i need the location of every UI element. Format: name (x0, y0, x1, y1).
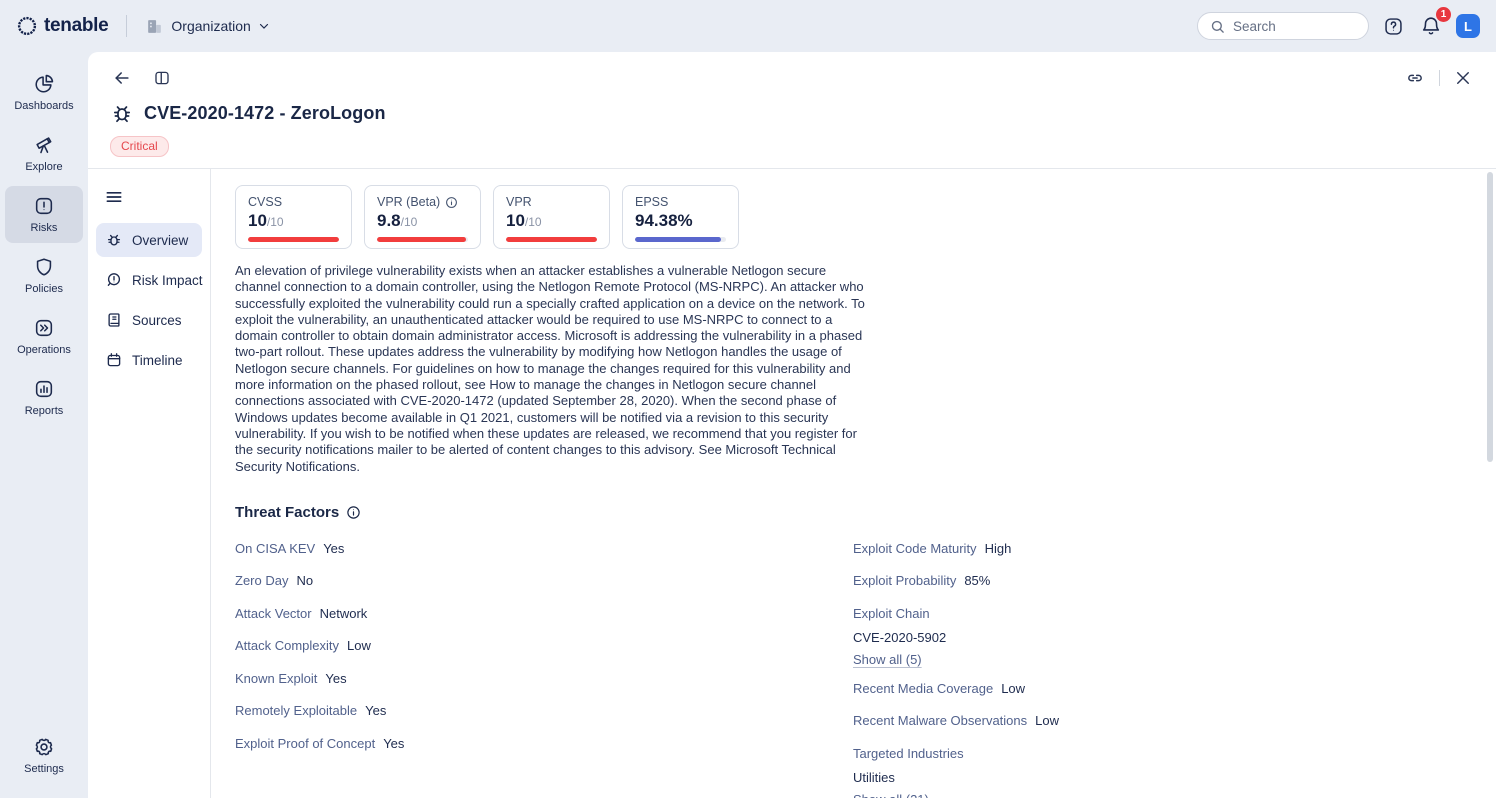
factor-zero-day: Zero DayNo (235, 573, 853, 588)
bug-icon (110, 101, 134, 125)
sidebar-item-explore[interactable]: Explore (5, 125, 83, 182)
vpr-beta-score-bar (377, 237, 466, 242)
tab-sources[interactable]: Sources (96, 303, 202, 337)
factor-targeted-industries: Targeted Industries Utilities Show all (… (853, 746, 1472, 798)
score-cards: CVSS 10 /10 VPR (Beta) 9.8 (235, 185, 1472, 249)
divider (126, 15, 127, 37)
organization-label: Organization (171, 18, 250, 34)
primary-sidebar: Dashboards Explore Risks Policies Operat… (0, 52, 88, 798)
vpr-beta-card: VPR (Beta) 9.8 /10 (364, 185, 481, 249)
toggle-side-panel-button[interactable] (151, 67, 173, 89)
cvss-value: 10 (248, 211, 267, 231)
search-box[interactable] (1197, 12, 1369, 40)
close-icon (1454, 69, 1472, 87)
back-button[interactable] (110, 66, 134, 90)
copy-link-button[interactable] (1403, 66, 1427, 90)
threat-factors-right-column: Exploit Code MaturityHigh Exploit Probab… (853, 541, 1472, 798)
panel-layout-icon (153, 69, 171, 87)
divider (1439, 70, 1440, 86)
brand-name: tenable (44, 15, 108, 37)
factor-exploit-code-maturity: Exploit Code MaturityHigh (853, 541, 1472, 556)
sidebar-item-settings[interactable]: Settings (5, 727, 83, 784)
epss-score-bar (635, 237, 721, 242)
sidebar-item-dashboards[interactable]: Dashboards (5, 64, 83, 121)
factor-remotely-exploitable: Remotely ExploitableYes (235, 703, 853, 718)
detail-subnav: Overview Risk Impact Sources Timeline (88, 169, 211, 798)
help-button[interactable] (1381, 14, 1406, 39)
info-icon[interactable] (445, 196, 458, 209)
notifications-button[interactable]: 1 (1418, 13, 1444, 39)
panel-header: CVE-2020-1472 - ZeroLogon Critical (88, 52, 1496, 168)
tab-risk-impact[interactable]: Risk Impact (96, 263, 202, 297)
close-button[interactable] (1452, 67, 1474, 89)
bug-icon (105, 231, 123, 249)
vertical-scrollbar[interactable] (1487, 172, 1493, 462)
chevrons-square-icon (33, 317, 55, 339)
sidebar-item-reports[interactable]: Reports (5, 369, 83, 426)
tenable-ring-icon (16, 15, 38, 37)
factor-exploit-poc: Exploit Proof of ConceptYes (235, 736, 853, 751)
calendar-icon (105, 351, 123, 369)
detail-panel: CVE-2020-1472 - ZeroLogon Critical Overv… (88, 52, 1496, 798)
vpr-score-bar (506, 237, 597, 242)
threat-factors-left-column: On CISA KEVYes Zero DayNo Attack VectorN… (235, 541, 853, 798)
factor-recent-media-coverage: Recent Media CoverageLow (853, 681, 1472, 696)
factor-exploit-probability: Exploit Probability85% (853, 573, 1472, 588)
factor-recent-malware-observations: Recent Malware ObservationsLow (853, 713, 1472, 728)
tab-timeline[interactable]: Timeline (96, 343, 202, 377)
overview-content: CVSS 10 /10 VPR (Beta) 9.8 (211, 169, 1496, 798)
tenable-logo[interactable]: tenable (16, 15, 108, 37)
pie-chart-icon (33, 73, 55, 95)
building-icon (145, 17, 164, 36)
vpr-value: 10 (506, 211, 525, 231)
alert-square-icon (33, 195, 55, 217)
arrow-left-icon (112, 68, 132, 88)
factor-attack-complexity: Attack ComplexityLow (235, 638, 853, 653)
factor-known-exploit: Known ExploitYes (235, 671, 853, 686)
info-icon[interactable] (346, 505, 361, 520)
epss-card: EPSS 94.38% (622, 185, 739, 249)
factor-attack-vector: Attack VectorNetwork (235, 606, 853, 621)
severity-badge: Critical (110, 136, 169, 157)
chevron-down-icon (258, 20, 270, 32)
factor-exploit-chain: Exploit Chain CVE-2020-5902 Show all (5) (853, 606, 1472, 667)
magnify-alert-icon (105, 271, 123, 289)
notification-count-badge: 1 (1436, 7, 1451, 22)
vpr-card: VPR 10 /10 (493, 185, 610, 249)
link-icon (1405, 68, 1425, 88)
cvss-card: CVSS 10 /10 (235, 185, 352, 249)
shield-icon (33, 256, 55, 278)
sidebar-item-policies[interactable]: Policies (5, 247, 83, 304)
vulnerability-description: An elevation of privilege vulnerability … (235, 263, 867, 475)
vpr-beta-value: 9.8 (377, 211, 401, 231)
show-all-exploit-chain-link[interactable]: Show all (5) (853, 652, 922, 667)
sidebar-item-risks[interactable]: Risks (5, 186, 83, 243)
show-all-industries-link[interactable]: Show all (21) (853, 792, 929, 798)
sidebar-item-operations[interactable]: Operations (5, 308, 83, 365)
factor-on-cisa-kev: On CISA KEVYes (235, 541, 853, 556)
telescope-icon (33, 134, 55, 156)
bar-chart-square-icon (33, 378, 55, 400)
tab-overview[interactable]: Overview (96, 223, 202, 257)
page-title: CVE-2020-1472 - ZeroLogon (144, 103, 386, 124)
user-avatar[interactable]: L (1456, 14, 1480, 38)
search-input[interactable] (1233, 19, 1356, 34)
organization-switcher[interactable]: Organization (145, 17, 269, 36)
book-icon (105, 311, 123, 329)
gear-icon (33, 736, 55, 758)
topbar: tenable Organization (0, 0, 1496, 52)
cvss-score-bar (248, 237, 339, 242)
collapse-subnav-button[interactable] (98, 183, 130, 211)
search-icon (1210, 19, 1225, 34)
threat-factors-title: Threat Factors (235, 504, 339, 521)
hamburger-menu-icon (104, 187, 124, 207)
epss-value: 94.38% (635, 211, 693, 231)
